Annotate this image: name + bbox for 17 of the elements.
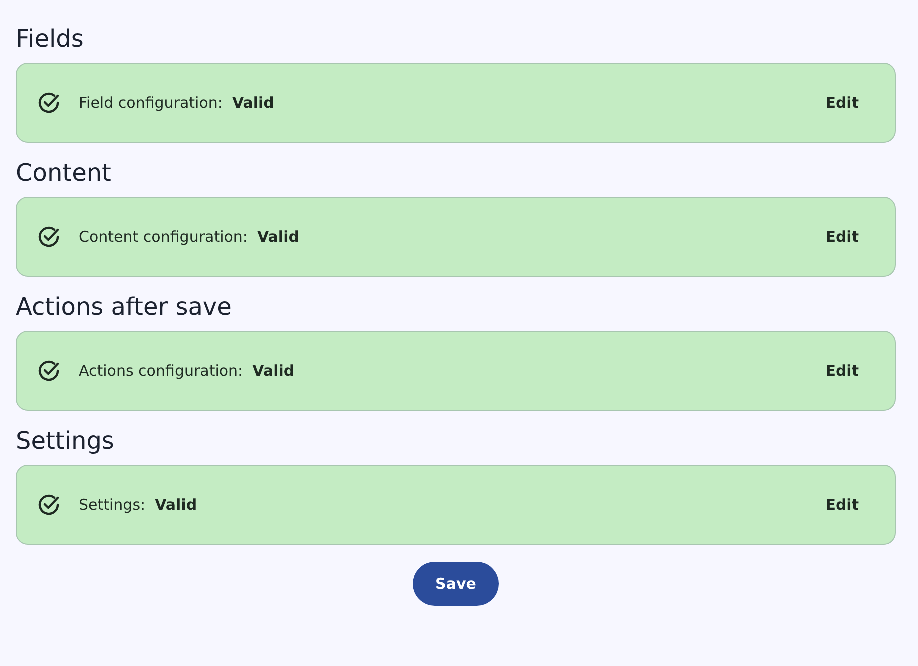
section-heading: Settings xyxy=(16,426,114,456)
status-text: Field configuration: Valid xyxy=(79,94,276,112)
section-heading: Content xyxy=(16,158,112,188)
section-heading: Fields xyxy=(16,24,84,54)
edit-button[interactable]: Edit xyxy=(818,492,867,518)
status-text: Actions configuration: Valid xyxy=(79,362,296,380)
check-circle-icon xyxy=(37,493,61,517)
section-heading: Actions after save xyxy=(16,292,232,322)
check-circle-icon xyxy=(37,359,61,383)
status-text: Settings: Valid xyxy=(79,496,198,514)
save-button[interactable]: Save xyxy=(413,562,499,606)
edit-button[interactable]: Edit xyxy=(818,90,867,116)
edit-button[interactable]: Edit xyxy=(818,224,867,250)
status-text: Content configuration: Valid xyxy=(79,228,300,246)
check-circle-icon xyxy=(37,91,61,115)
edit-button[interactable]: Edit xyxy=(818,358,867,384)
check-circle-icon xyxy=(37,225,61,249)
